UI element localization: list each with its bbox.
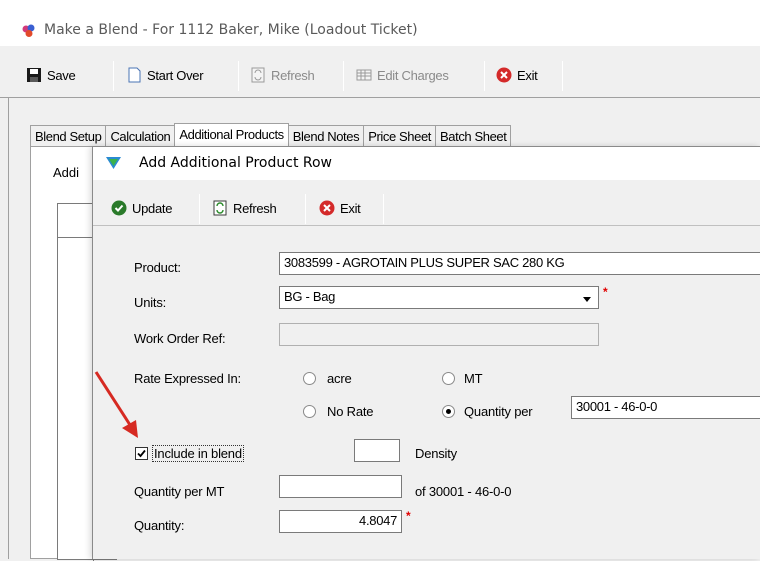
rate-expressed-label: Rate Expressed In: [134,371,241,386]
refresh-icon [213,200,227,216]
chevron-down-icon[interactable] [579,291,595,307]
required-marker: * [406,509,411,523]
product-label: Product: [134,260,181,275]
check-circle-icon [111,200,127,216]
edit-charges-label: Edit Charges [377,67,449,83]
toolbar-separator [305,194,306,224]
content-border [8,98,9,559]
include-in-blend-label[interactable]: Include in blend [152,445,244,462]
quantity-per-mt-field[interactable] [279,475,402,498]
dialog-refresh-button[interactable]: Refresh [206,193,282,223]
add-product-dialog: Add Additional Product Row Update Refres… [92,146,760,559]
update-button[interactable]: Update [105,193,178,223]
dialog-exit-label: Exit [340,200,361,216]
dialog-exit-button[interactable]: Exit [313,193,366,223]
toolbar-separator [484,61,485,91]
radio-quantity-per-label: Quantity per [464,404,533,419]
work-order-field[interactable] [279,323,599,346]
quantity-field[interactable]: 4.8047 [279,510,402,533]
additional-products-label: Addi [53,165,80,180]
quantity-label: Quantity: [134,518,185,533]
checkmark-icon [137,449,146,458]
include-in-blend-checkbox[interactable] [135,447,148,460]
quantity-per-product-field[interactable]: 30001 - 46-0-0 [571,396,760,419]
radio-acre[interactable] [303,372,316,385]
required-marker: * [603,285,608,299]
quantity-per-mt-label: Quantity per MT [134,484,225,499]
dialog-app-icon [106,157,121,169]
radio-no-rate[interactable] [303,405,316,418]
density-field[interactable] [354,439,400,462]
refresh-icon [251,67,265,83]
toolbar-separator [238,61,239,91]
density-label: Density [415,446,457,461]
refresh-label: Refresh [271,67,315,83]
outer-window: Make a Blend - For 1112 Baker, Mike (Loa… [0,0,760,561]
save-button[interactable]: Save [20,60,81,90]
dialog-title: Add Additional Product Row [139,155,333,171]
start-over-button[interactable]: Start Over [120,60,209,90]
radio-quantity-per[interactable] [442,405,455,418]
table-grid-icon [356,69,372,81]
app-icon [22,24,35,37]
dialog-refresh-label: Refresh [233,200,277,216]
toolbar-divider [0,97,760,98]
close-circle-icon [319,200,335,216]
tab-additional-products[interactable]: Additional Products [174,123,289,147]
tab-price-sheet[interactable]: Price Sheet [363,125,437,147]
exit-button[interactable]: Exit [490,60,543,90]
dialog-toolbar: Update Refresh Exit [93,189,760,224]
radio-no-rate-label: No Rate [327,404,374,419]
toolbar-separator [383,194,384,224]
radio-acre-label: acre [327,371,352,386]
close-circle-icon [496,67,512,83]
start-over-label: Start Over [147,67,204,83]
refresh-button[interactable]: Refresh [244,60,320,90]
work-order-label: Work Order Ref: [134,331,226,346]
tab-blend-setup[interactable]: Blend Setup [30,125,107,147]
tab-calculation[interactable]: Calculation [105,125,176,147]
radio-mt-label: MT [464,371,483,386]
outer-titlebar: Make a Blend - For 1112 Baker, Mike (Loa… [0,0,760,46]
product-field[interactable]: 3083599 - AGROTAIN PLUS SUPER SAC 280 KG [279,252,760,275]
of-product-label: of 30001 - 46-0-0 [415,484,512,499]
edit-charges-button[interactable]: Edit Charges [350,60,455,90]
annotation-arrow-icon [94,371,138,438]
toolbar-separator [343,61,344,91]
tab-batch-sheet[interactable]: Batch Sheet [435,125,512,147]
units-label: Units: [134,295,167,310]
main-toolbar: Save Start Over Refresh Edit Charges Exi… [0,56,760,94]
dialog-titlebar: Add Additional Product Row [93,147,760,180]
units-select[interactable]: BG - Bag [279,286,599,309]
toolbar-separator [199,194,200,224]
radio-mt[interactable] [442,372,455,385]
toolbar-separator [113,61,114,91]
units-selected-value: BG - Bag [284,289,336,304]
toolbar-separator [562,61,563,91]
floppy-disk-icon [27,68,41,82]
save-label: Save [47,67,76,83]
dialog-toolbar-divider [93,225,760,226]
update-label: Update [132,200,173,216]
window-title: Make a Blend - For 1112 Baker, Mike (Loa… [44,22,418,38]
tab-strip: Blend Setup Calculation Additional Produ… [30,123,512,147]
tab-blend-notes[interactable]: Blend Notes [287,125,365,147]
blank-page-icon [128,67,141,83]
exit-label: Exit [517,67,538,83]
